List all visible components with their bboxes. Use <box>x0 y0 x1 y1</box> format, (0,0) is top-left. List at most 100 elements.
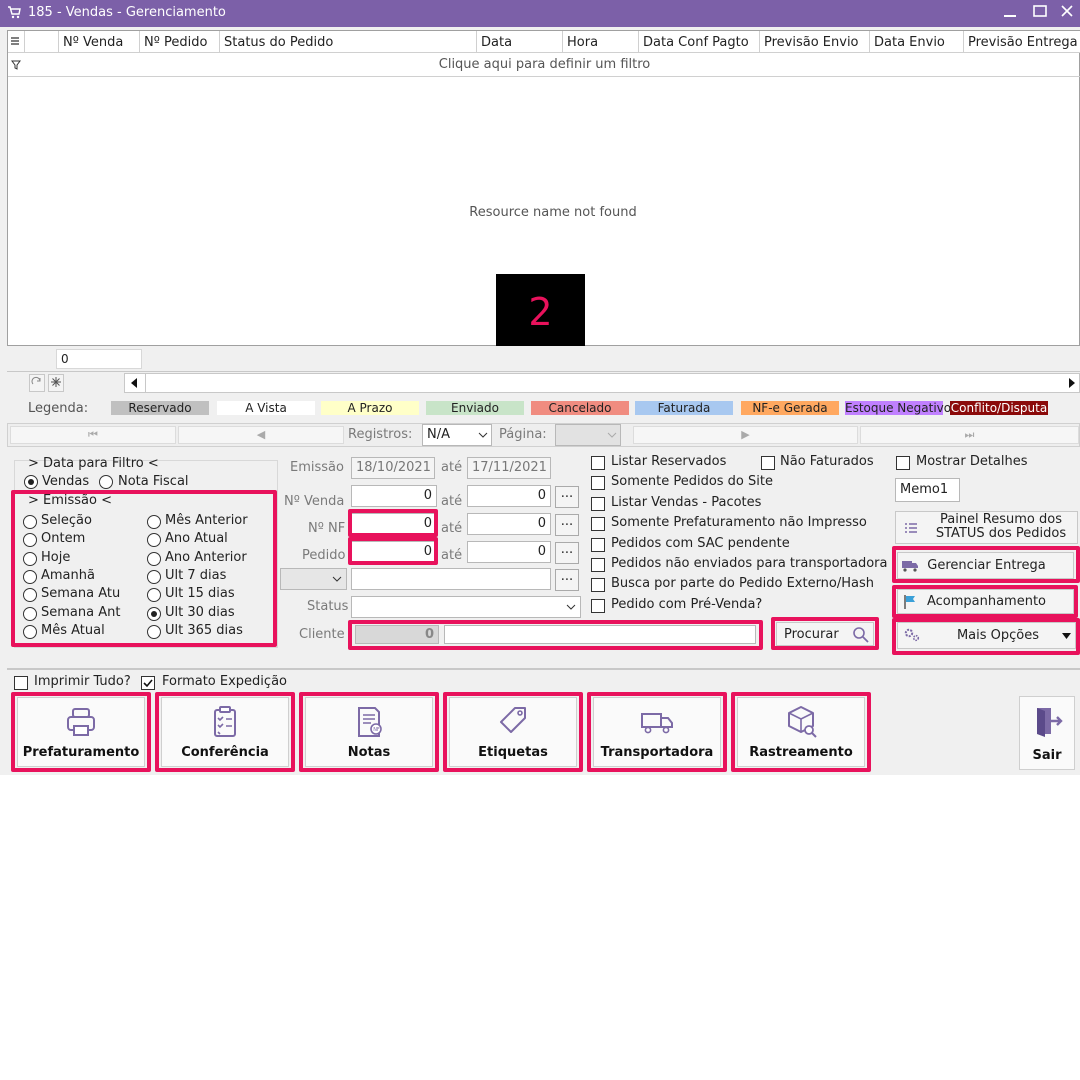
horizontal-scrollbar[interactable] <box>124 373 1080 393</box>
list-icon <box>11 37 19 45</box>
vendas-radio[interactable] <box>24 475 38 489</box>
status-select[interactable] <box>351 596 581 618</box>
section-divider <box>7 668 1080 670</box>
option-checkbox[interactable] <box>591 558 605 572</box>
option-label: Listar Vendas - Pacotes <box>611 494 762 510</box>
scroll-left-icon[interactable] <box>130 378 138 388</box>
memo-field[interactable]: Memo1 <box>895 478 960 502</box>
column-header[interactable]: Data Envio <box>869 31 963 53</box>
ate-label: até <box>441 460 463 475</box>
extra-select[interactable] <box>280 568 347 590</box>
last-page-button[interactable]: ⏭ <box>860 426 1079 444</box>
maximize-button[interactable] <box>1028 2 1052 24</box>
legend-item: A Vista <box>217 401 315 415</box>
venda-to-input[interactable]: 0 <box>467 485 551 507</box>
highlight-rastreamento <box>731 692 871 772</box>
record-count: 0 <box>56 349 142 369</box>
chevron-down-icon <box>607 432 617 438</box>
refresh-button[interactable] <box>29 374 45 392</box>
formato-expedicao-label: Formato Expedição <box>162 674 287 689</box>
legend-item: Faturada <box>635 401 733 415</box>
highlight-notas <box>299 692 439 772</box>
maximize-icon <box>1033 5 1047 17</box>
list-icon <box>905 523 917 533</box>
column-chooser-button[interactable] <box>8 31 24 53</box>
venda-from-input[interactable]: 0 <box>351 485 437 507</box>
pagina-select[interactable] <box>555 424 621 446</box>
annotation-badge: 2 <box>496 274 585 351</box>
highlight-acompanhamento <box>892 585 1078 618</box>
painel-resumo-button[interactable]: Painel Resumo dos STATUS dos Pedidos <box>895 511 1078 544</box>
imprimir-tudo-checkbox[interactable] <box>14 676 28 690</box>
venda-label: Nº Venda <box>284 494 345 509</box>
column-header[interactable]: Nº Venda <box>58 31 139 53</box>
column-header[interactable]: Nº Pedido <box>139 31 219 53</box>
option-checkbox[interactable] <box>591 578 605 593</box>
painel-label-line1: Painel Resumo dos <box>939 512 1062 527</box>
highlight-transportadora <box>587 692 727 772</box>
column-header[interactable]: Data Conf Pagto <box>638 31 759 53</box>
column-header[interactable]: Data <box>476 31 562 53</box>
minimize-button[interactable] <box>998 2 1022 24</box>
extra-input[interactable] <box>351 568 551 590</box>
highlight-prefaturamento <box>11 692 151 772</box>
highlight-gerenciar <box>892 546 1080 583</box>
sair-button[interactable]: Sair <box>1019 696 1075 770</box>
option-checkbox[interactable] <box>591 517 605 532</box>
option-label: Listar Reservados <box>611 454 727 469</box>
column-header[interactable]: Previsão Envio <box>759 31 869 53</box>
column-header[interactable]: Status do Pedido <box>219 31 476 53</box>
legend-item: Reservado <box>111 401 209 415</box>
scroll-thumb-divider <box>145 373 146 393</box>
extra-lookup-button[interactable]: ... <box>555 569 579 591</box>
clear-button[interactable] <box>48 374 64 392</box>
status-label: Status <box>307 599 349 614</box>
first-page-button[interactable]: ⏮ <box>10 426 176 444</box>
filter-hint: Clique aqui para definir um filtro <box>438 57 651 72</box>
nao-faturados-label: Não Faturados <box>780 454 874 469</box>
previous-page-button[interactable]: ◀ <box>178 426 344 444</box>
highlight-emissao-period <box>11 490 277 647</box>
chevron-down-icon <box>478 432 488 438</box>
highlight-cliente <box>348 620 763 650</box>
option-checkbox[interactable] <box>591 537 605 552</box>
ate-label: até <box>441 494 463 509</box>
close-button[interactable] <box>1055 2 1079 24</box>
next-page-button[interactable]: ▶ <box>633 426 858 444</box>
option-checkbox[interactable] <box>591 496 605 511</box>
nf-lookup-button[interactable]: ... <box>555 514 579 536</box>
registros-value: N/A <box>427 427 450 442</box>
cart-icon <box>8 6 21 19</box>
option-label: Pedidos com SAC pendente <box>611 535 790 551</box>
highlight-procurar <box>771 617 879 650</box>
legend-item: Conflito/Disputa <box>950 401 1048 415</box>
pedido-to-input[interactable]: 0 <box>467 541 551 563</box>
pedido-lookup-button[interactable]: ... <box>555 542 579 564</box>
scroll-right-icon[interactable] <box>1068 378 1076 388</box>
vendas-label: Vendas <box>42 474 90 489</box>
imprimir-tudo-label: Imprimir Tudo? <box>34 674 131 689</box>
option-label: Busca por parte do Pedido Externo/Hash <box>611 576 875 592</box>
pagination-bar: ⏮ ◀ Registros: N/A Página: ▶ ⏭ <box>7 423 1080 447</box>
pedido-label: Pedido <box>302 548 346 563</box>
nf-to-input[interactable]: 0 <box>467 513 551 535</box>
highlight-pedido-from <box>348 537 438 565</box>
highlight-etiquetas <box>443 692 583 772</box>
highlight-nf-from <box>348 509 438 537</box>
option-checkbox[interactable] <box>591 598 605 613</box>
sair-label: Sair <box>1032 748 1062 763</box>
emissao-to-input[interactable]: 17/11/2021 <box>467 457 551 479</box>
option-checkbox[interactable] <box>591 456 605 470</box>
emissao-from-input[interactable]: 18/10/2021 <box>351 457 435 479</box>
option-checkbox[interactable] <box>591 476 605 491</box>
column-header[interactable]: Previsão Entrega <box>963 31 1080 53</box>
mostrar-detalhes-checkbox[interactable] <box>896 456 910 470</box>
nao-faturados-checkbox[interactable] <box>761 456 775 470</box>
painel-label-line2: STATUS dos Pedidos <box>935 526 1067 541</box>
grid-filter-row[interactable]: Clique aqui para definir um filtro <box>8 53 1080 77</box>
formato-expedicao-checkbox[interactable] <box>141 676 155 690</box>
registros-select[interactable]: N/A <box>422 424 492 446</box>
venda-lookup-button[interactable]: ... <box>555 486 579 508</box>
column-header[interactable]: Hora <box>562 31 638 53</box>
nota-fiscal-radio[interactable] <box>99 475 113 489</box>
